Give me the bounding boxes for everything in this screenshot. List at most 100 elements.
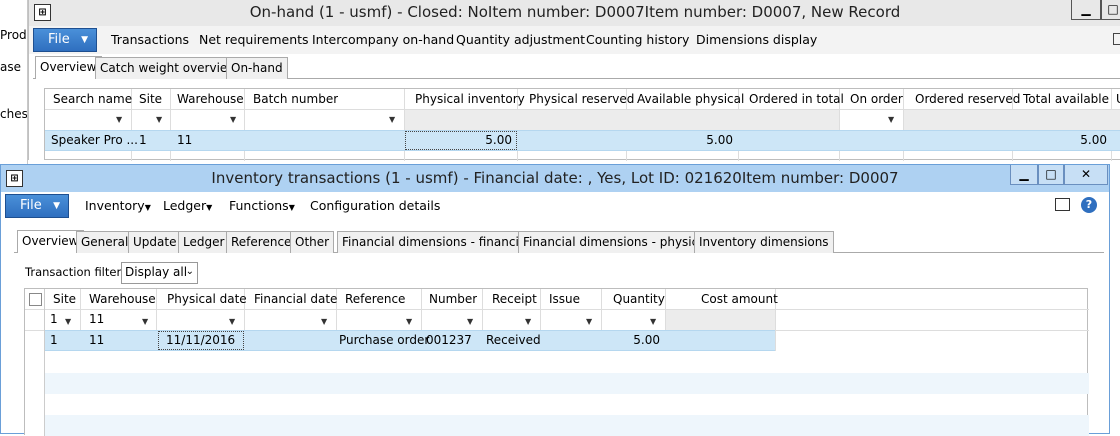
empty-row-stripe (45, 415, 1089, 436)
tab-overview[interactable]: Overview (17, 230, 84, 253)
caret-down-icon: ▼ (206, 203, 213, 212)
filter-disabled-area (405, 110, 839, 131)
onhand-grid: Search name Site Warehouse Batch number … (44, 88, 1120, 161)
panel-icon[interactable] (1113, 33, 1120, 45)
tab-ledger[interactable]: Ledger (178, 231, 230, 253)
empty-row-stripe (45, 373, 1089, 394)
cell-quantity: 5.00 (633, 333, 660, 347)
menu-functions[interactable]: Functions▼ (229, 196, 295, 218)
filter-search-name-dropdown-icon[interactable]: ▼ (116, 115, 122, 124)
tab-overview[interactable]: Overview (35, 56, 102, 79)
filter-site-dropdown-icon[interactable]: ▼ (65, 317, 71, 326)
transactions-window-title: Inventory transactions (1 - usmf) - Fina… (211, 169, 899, 187)
col-total-available[interactable]: Total available (1023, 90, 1109, 108)
col-truncated[interactable]: U (1116, 90, 1120, 108)
col-receipt[interactable]: Receipt (492, 290, 537, 308)
tab-financial-dimensions-financial[interactable]: Financial dimensions - financial (337, 231, 535, 253)
col-physical-date[interactable]: Physical date (167, 290, 247, 308)
filter-batch-dropdown-icon[interactable]: ▼ (389, 115, 395, 124)
tab-general[interactable]: General (76, 231, 134, 253)
menu-inventory[interactable]: Inventory▼ (85, 196, 151, 218)
cell-number: 001237 (426, 333, 472, 347)
grid-filter-row (25, 310, 1089, 331)
background-label-1: Prod (0, 28, 27, 42)
maximize-icon[interactable]: □ (1101, 0, 1120, 20)
transaction-filter-select[interactable]: Display all ⌄ (121, 262, 198, 284)
background-label-2: ase (0, 60, 21, 74)
tab-financial-dimensions-physical[interactable]: Financial dimensions - physical (518, 231, 714, 253)
cell-physical-inventory: 5.00 (485, 133, 512, 147)
col-number[interactable]: Number (429, 290, 477, 308)
file-menu-button[interactable]: File ▼ (33, 28, 97, 52)
minimize-icon[interactable]: ▁ (1071, 0, 1101, 20)
col-physical-inventory[interactable]: Physical inventory (415, 90, 525, 108)
col-reference[interactable]: Reference (345, 290, 405, 308)
filter-receipt-dropdown-icon[interactable]: ▼ (525, 317, 531, 326)
filter-site-value[interactable]: 1 (50, 310, 58, 328)
cell-site: 1 (139, 133, 147, 147)
tab-inventory-dimensions[interactable]: Inventory dimensions (694, 231, 834, 253)
onhand-window-title: On-hand (1 - usmf) - Closed: NoItem numb… (249, 3, 901, 21)
cell-site: 1 (50, 333, 58, 347)
col-ordered-reserved[interactable]: Ordered reserved (915, 90, 1020, 108)
tab-update[interactable]: Update (128, 231, 182, 253)
menu-ledger[interactable]: Ledger▼ (163, 196, 212, 218)
filter-number-dropdown-icon[interactable]: ▼ (467, 317, 473, 326)
col-physical-reserved[interactable]: Physical reserved (529, 90, 634, 108)
help-icon[interactable]: ? (1081, 197, 1097, 213)
close-icon[interactable]: ✕ (1064, 165, 1108, 185)
tab-other[interactable]: Other (290, 231, 335, 253)
menu-configuration-details[interactable]: Configuration details (310, 196, 440, 216)
cell-search-name: Speaker Pro ... (51, 133, 138, 147)
col-available-physical[interactable]: Available physical (637, 90, 744, 108)
cell-available-physical: 5.00 (706, 133, 733, 147)
file-menu-button[interactable]: File ▼ (5, 194, 69, 218)
filter-site-dropdown-icon[interactable]: ▼ (156, 115, 162, 124)
minimize-icon[interactable]: ▁ (1010, 165, 1038, 185)
col-warehouse[interactable]: Warehouse (177, 90, 244, 108)
chevron-down-icon: ⌄ (185, 266, 194, 277)
col-batch-number[interactable]: Batch number (253, 90, 338, 108)
select-all-checkbox[interactable] (29, 293, 42, 306)
table-row[interactable] (45, 130, 1120, 151)
filter-issue-dropdown-icon[interactable]: ▼ (586, 317, 592, 326)
tab-onhand[interactable]: On-hand (226, 57, 288, 79)
panel-icon[interactable] (1055, 198, 1070, 211)
filter-financial-date-dropdown-icon[interactable]: ▼ (321, 317, 327, 326)
menu-quantity-adjustment[interactable]: Quantity adjustment (456, 30, 585, 50)
col-quantity[interactable]: Quantity (613, 290, 665, 308)
col-search-name[interactable]: Search name (53, 90, 132, 108)
onhand-window: ⊞ On-hand (1 - usmf) - Closed: NoItem nu… (28, 0, 1120, 161)
inventory-transactions-window: ⊞ Inventory transactions (1 - usmf) - Fi… (0, 164, 1110, 436)
cell-physical-date: 11/11/2016 (166, 333, 236, 347)
filter-disabled-area (666, 310, 775, 331)
filter-warehouse-dropdown-icon[interactable]: ▼ (142, 317, 148, 326)
filter-reference-dropdown-icon[interactable]: ▼ (406, 317, 412, 326)
menu-counting-history[interactable]: Counting history (586, 30, 689, 50)
col-warehouse[interactable]: Warehouse (89, 290, 156, 308)
col-cost-amount[interactable]: Cost amount (701, 290, 778, 308)
menu-transactions[interactable]: Transactions (111, 30, 189, 50)
menu-intercompany-onhand[interactable]: Intercompany on-hand (312, 30, 454, 50)
maximize-icon[interactable]: □ (1038, 165, 1064, 185)
transactions-titlebar: ⊞ Inventory transactions (1 - usmf) - Fi… (1, 165, 1109, 192)
transactions-grid: Site Warehouse Physical date Financial d… (24, 288, 1089, 436)
col-site[interactable]: Site (53, 290, 76, 308)
tab-reference[interactable]: Reference (226, 231, 297, 253)
col-financial-date[interactable]: Financial date (254, 290, 337, 308)
col-site[interactable]: Site (139, 90, 162, 108)
filter-physical-date-dropdown-icon[interactable]: ▼ (229, 317, 235, 326)
filter-quantity-dropdown-icon[interactable]: ▼ (650, 317, 656, 326)
col-ordered-in-total[interactable]: Ordered in total (749, 90, 844, 108)
menu-net-requirements[interactable]: Net requirements (199, 30, 309, 50)
filter-warehouse-value[interactable]: 11 (89, 310, 104, 328)
filter-warehouse-dropdown-icon[interactable]: ▼ (230, 115, 236, 124)
tab-catch-weight-overview[interactable]: Catch weight overview (95, 57, 243, 79)
background-label-3: ches (0, 107, 28, 121)
col-on-order[interactable]: On order (850, 90, 903, 108)
filter-on-order-dropdown-icon[interactable]: ▼ (888, 115, 894, 124)
col-issue[interactable]: Issue (549, 290, 580, 308)
menu-dimensions-display[interactable]: Dimensions display (696, 30, 817, 50)
caret-down-icon: ▼ (288, 203, 295, 212)
cell-warehouse: 11 (89, 333, 105, 347)
